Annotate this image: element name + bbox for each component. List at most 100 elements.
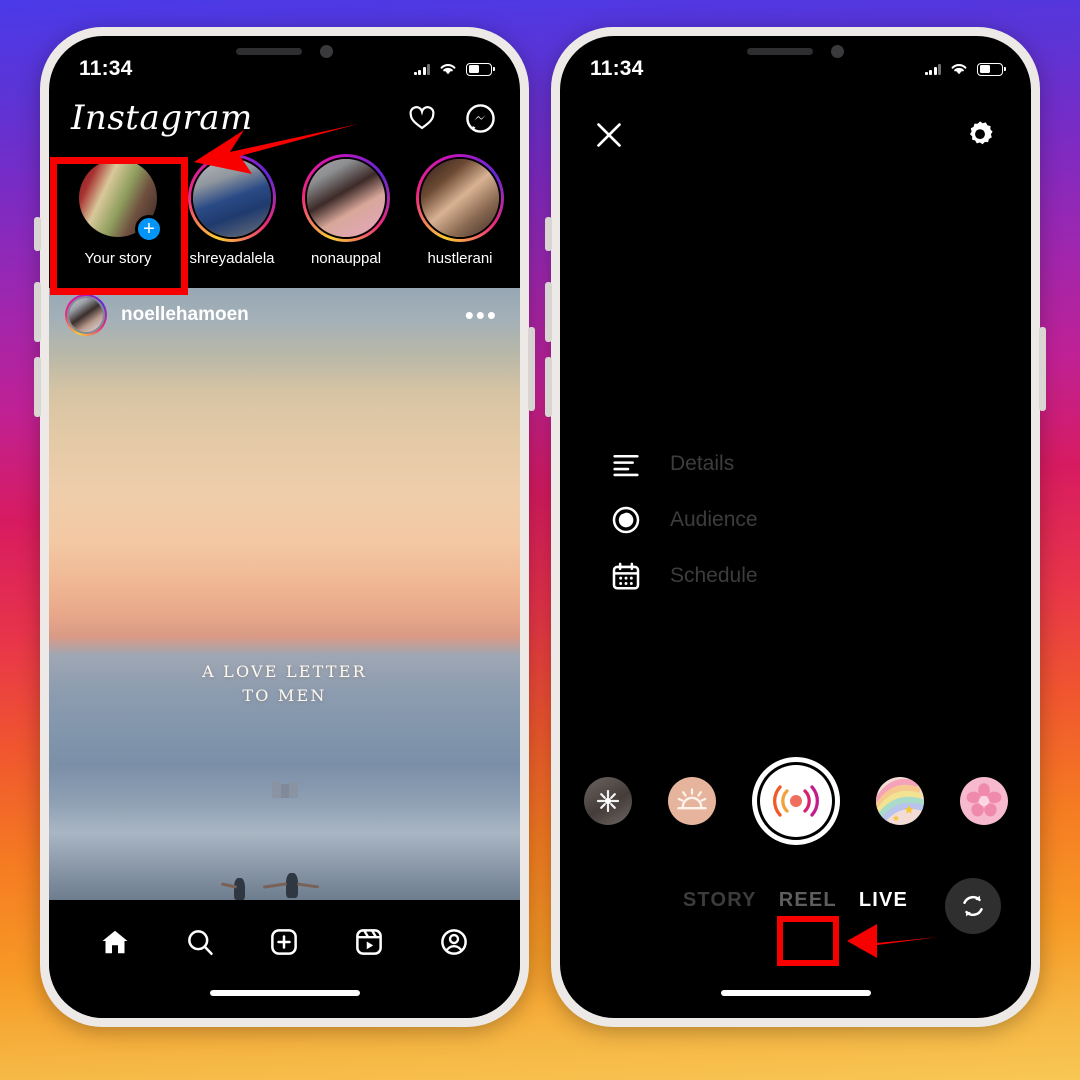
volume-down-button[interactable] [545,357,552,417]
story-ring-hustlerani [416,154,504,242]
arrow-to-your-story-icon [194,124,358,174]
story-label: shreyadalela [189,250,275,267]
mode-story[interactable]: STORY [683,889,757,912]
gear-icon[interactable] [963,118,997,152]
filter-thumbnail-1[interactable] [583,777,632,825]
nav-home-button[interactable] [87,918,143,966]
go-live-inner [759,765,832,837]
status-indicators [924,61,1006,77]
silent-switch[interactable] [545,217,552,251]
swimmer-right-arm-left [262,882,288,889]
nav-profile-button[interactable] [426,918,482,966]
story-ring-your-story: + [74,154,163,243]
story-item-your-story[interactable]: + Your story [65,154,171,267]
header-icon-group [407,103,496,134]
left-screen: 11:34 Instagram + Your story shreyadalel… [49,36,520,1018]
swimmer-right-arm-right [296,882,320,889]
volume-up-button[interactable] [545,282,552,342]
horizon-buildings [271,782,298,798]
audience-icon [612,506,640,534]
story-label: nonauppal [310,250,382,267]
post-header: noellehamoen ••• [49,288,520,342]
calendar-icon [612,562,640,590]
menu-item-schedule[interactable]: Schedule [610,548,1031,604]
filter-sunrise[interactable] [667,777,716,825]
menu-label-audience: Audience [670,508,758,531]
nav-reels-button[interactable] [341,918,397,966]
battery-icon [466,62,495,76]
flower-icon [966,783,1001,817]
avatar-image [421,159,499,237]
bottom-navigation-bar [49,900,520,1018]
avatar-image [69,298,103,332]
menu-item-audience[interactable]: Audience [610,492,1031,548]
arrow-to-live-icon [847,924,939,958]
live-top-bar [560,92,1031,178]
rainbow-icon [875,778,924,825]
messenger-icon[interactable] [465,103,496,134]
search-icon [188,930,213,955]
notch [697,36,894,66]
flip-camera-button[interactable] [945,878,1001,934]
filter-rainbow[interactable] [875,777,924,825]
menu-label-schedule: Schedule [670,564,758,587]
volume-up-button[interactable] [34,282,41,342]
status-indicators [413,61,495,77]
heart-icon[interactable] [407,104,437,132]
front-camera [831,44,844,58]
mode-reel[interactable]: REEL [779,889,837,912]
live-broadcast-icon [772,785,819,817]
swimmer-right [286,873,298,898]
plus-square-icon [271,929,298,955]
signal-bars-icon [413,63,430,75]
wifi-icon [951,64,967,75]
silent-switch[interactable] [34,217,41,251]
overlay-line-1: A LOVE LETTER [202,662,367,681]
home-indicator-right[interactable] [720,990,871,996]
wifi-icon [440,64,456,75]
earpiece-speaker [747,47,813,55]
mode-live[interactable]: LIVE [859,889,908,912]
menu-item-details[interactable]: Details [610,436,1031,492]
sunrise-icon [676,788,707,810]
details-lines-icon [613,454,639,477]
post-author-avatar-ring[interactable] [65,294,107,336]
story-label: hustlerani [427,250,493,267]
power-button[interactable] [1039,327,1046,411]
nav-create-button[interactable] [256,918,312,966]
notch [186,36,383,66]
camera-filter-row [560,756,1031,846]
live-options-menu: Details Audience Schedule [560,436,1031,604]
earpiece-speaker [236,47,302,55]
post-username[interactable]: noellehamoen [121,304,465,326]
nav-search-button[interactable] [172,918,228,966]
home-indicator-left[interactable] [209,990,360,996]
battery-icon [977,62,1006,76]
sparkle-icon [596,789,619,813]
flip-camera-icon [963,895,983,917]
profile-icon [440,929,467,955]
swimmer-left [234,878,245,900]
post-photo-sunset-beach[interactable]: A LOVE LETTER TO MEN [49,288,520,900]
volume-down-button[interactable] [34,357,41,417]
story-avatar-hustlerani [419,157,501,239]
phone-right-live-camera: 11:34 Details Audience Schedule STORY RE… [545,27,1046,1027]
right-screen: 11:34 Details Audience Schedule STORY RE… [560,36,1031,1018]
go-live-capture-button[interactable] [751,757,840,845]
post-more-options-icon[interactable]: ••• [465,302,498,328]
add-story-plus-icon[interactable]: + [135,215,163,243]
front-camera [320,44,333,58]
post-author-avatar [67,296,105,334]
status-time: 11:34 [79,57,133,80]
overlay-line-2: TO MEN [242,686,327,705]
power-button[interactable] [528,327,535,411]
feed-post: A LOVE LETTER TO MEN noellehamoen ••• [49,288,520,900]
reels-icon [356,929,382,955]
story-label: Your story [84,250,152,267]
home-icon [102,930,128,954]
story-item-hustlerani[interactable]: hustlerani [407,154,513,267]
signal-bars-icon [924,63,941,75]
post-overlay-text: A LOVE LETTER TO MEN [49,660,520,708]
filter-flower[interactable] [959,777,1008,825]
close-icon[interactable] [592,118,626,152]
